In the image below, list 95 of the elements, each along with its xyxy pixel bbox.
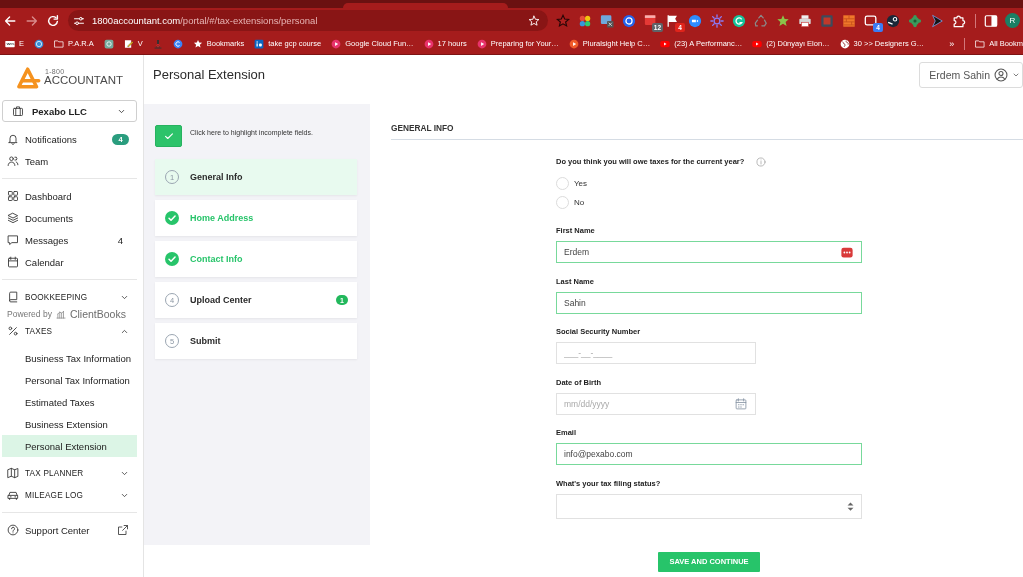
back-arrow-icon[interactable]	[3, 13, 17, 28]
book-icon	[7, 291, 19, 303]
nav-item[interactable]: Calendar	[2, 251, 137, 273]
user-circle-icon	[994, 68, 1008, 82]
tile-icon	[5, 38, 15, 49]
text-field[interactable]: ___-__-____	[556, 342, 756, 364]
address-bar[interactable]: 1800accountant.com/portal/#/tax-extensions/personal	[68, 10, 548, 31]
star-icon	[192, 38, 203, 49]
nav-item[interactable]: Team	[2, 150, 137, 172]
select-field[interactable]	[556, 493, 862, 519]
target-icon[interactable]	[622, 13, 636, 28]
map-icon	[7, 467, 19, 479]
brand-name: ClientBooks	[69, 308, 126, 320]
unread-count: 4	[117, 234, 123, 246]
nav-item[interactable]: Support Center	[2, 519, 137, 541]
radio-button[interactable]	[556, 195, 569, 209]
ring-tile-icon[interactable]	[103, 38, 114, 49]
car-icon	[7, 489, 19, 501]
external-link-icon[interactable]	[117, 524, 129, 536]
chevron-down-icon	[1012, 71, 1020, 79]
text-field[interactable]: Sahin	[556, 291, 862, 314]
cursor-icon[interactable]	[930, 13, 944, 28]
pinwheel-icon[interactable]	[578, 13, 592, 28]
nav-item[interactable]: Dashboard	[2, 185, 137, 207]
sun-icon[interactable]	[710, 13, 724, 28]
page-title: Personal Extension	[153, 67, 265, 82]
logo-icon	[16, 66, 41, 89]
date-field[interactable]: mm/dd/yyyy	[556, 392, 756, 415]
option-label: No	[574, 197, 585, 207]
tune-icon[interactable]	[73, 14, 85, 27]
profile-avatar[interactable]: R	[1005, 13, 1020, 28]
folder-icon	[54, 38, 64, 49]
video-play-icon	[752, 38, 763, 49]
more-bookmarks-button[interactable]: »	[949, 38, 955, 49]
nav-item[interactable]: MILEAGE LOG	[2, 484, 137, 506]
checkmark-icon	[163, 131, 174, 141]
check-circle-icon	[165, 252, 179, 266]
calendar-icon[interactable]	[735, 398, 747, 410]
printer-icon[interactable]	[798, 13, 812, 28]
chat-bubble-icon	[7, 234, 19, 246]
check-circle-icon	[165, 211, 179, 225]
window-icon[interactable]	[864, 13, 878, 28]
puzzle-icon[interactable]	[952, 13, 966, 28]
globe-icon	[839, 38, 850, 49]
arc-circle-icon[interactable]	[732, 13, 746, 28]
play-circle-icon	[568, 38, 579, 49]
folder-icon	[975, 38, 986, 49]
nav-item[interactable]: Estimated Taxes	[2, 391, 137, 413]
ring-circle-icon[interactable]	[34, 38, 44, 49]
side-panel-icon[interactable]	[984, 13, 998, 28]
tile-icon	[254, 38, 265, 49]
arc-circle-icon[interactable]	[172, 38, 183, 49]
company-select[interactable]: Pexabo LLC	[2, 100, 137, 122]
nav-item[interactable]: BOOKKEEPING	[2, 286, 137, 308]
percent-icon	[7, 325, 19, 337]
radio-button[interactable]	[556, 176, 569, 190]
window-icon[interactable]	[600, 13, 614, 28]
play-circle-icon	[423, 38, 434, 49]
grid-icon	[7, 190, 19, 202]
briefcase-icon	[12, 105, 24, 117]
flag-icon[interactable]	[666, 13, 680, 28]
people-icon	[7, 155, 19, 167]
help-icon	[7, 524, 19, 536]
play-circle-icon	[331, 38, 342, 49]
video-play-icon	[660, 38, 671, 49]
bar-chart-icon	[54, 309, 67, 319]
option-label: Yes	[574, 178, 588, 188]
nav-item[interactable]: Documents	[2, 207, 137, 229]
circle-logo-icon[interactable]	[886, 13, 900, 28]
play-circle-icon	[476, 38, 487, 49]
reload-icon[interactable]	[46, 13, 60, 28]
nav-item[interactable]: Business Tax Information	[2, 347, 137, 369]
bell-icon	[7, 133, 19, 145]
pencil-icon	[123, 38, 134, 49]
calendar-icon	[7, 256, 19, 268]
logo-wordmark: ACCOUNTANT	[44, 75, 123, 87]
star-icon[interactable]	[776, 13, 790, 28]
star-icon[interactable]	[556, 13, 570, 28]
highlight-checkbox[interactable]	[155, 125, 182, 147]
nav-item[interactable]: Personal Tax Information	[2, 369, 137, 391]
nav-item[interactable]: Business Extension	[2, 413, 137, 435]
nav-item[interactable]: TAX PLANNER	[2, 462, 137, 484]
section-heading: GENERAL INFO	[391, 104, 1023, 140]
nav-item[interactable]: TAXES	[2, 320, 137, 342]
sort-arrows-icon	[847, 501, 854, 511]
nav-item[interactable]: Messages 4	[2, 229, 137, 251]
text-field[interactable]: info@pexabo.com	[556, 443, 862, 465]
layers-icon	[7, 212, 19, 224]
user-menu-button[interactable]: Erdem Sahin	[919, 62, 1023, 88]
dots-icon[interactable]	[841, 246, 853, 258]
text-field[interactable]: Erdem	[556, 241, 862, 263]
powered-by-text: Powered by	[7, 309, 52, 319]
nav-item[interactable]: Personal Extension	[2, 435, 137, 457]
stripes-icon[interactable]	[842, 13, 856, 28]
camera-circle-icon[interactable]	[688, 13, 702, 28]
